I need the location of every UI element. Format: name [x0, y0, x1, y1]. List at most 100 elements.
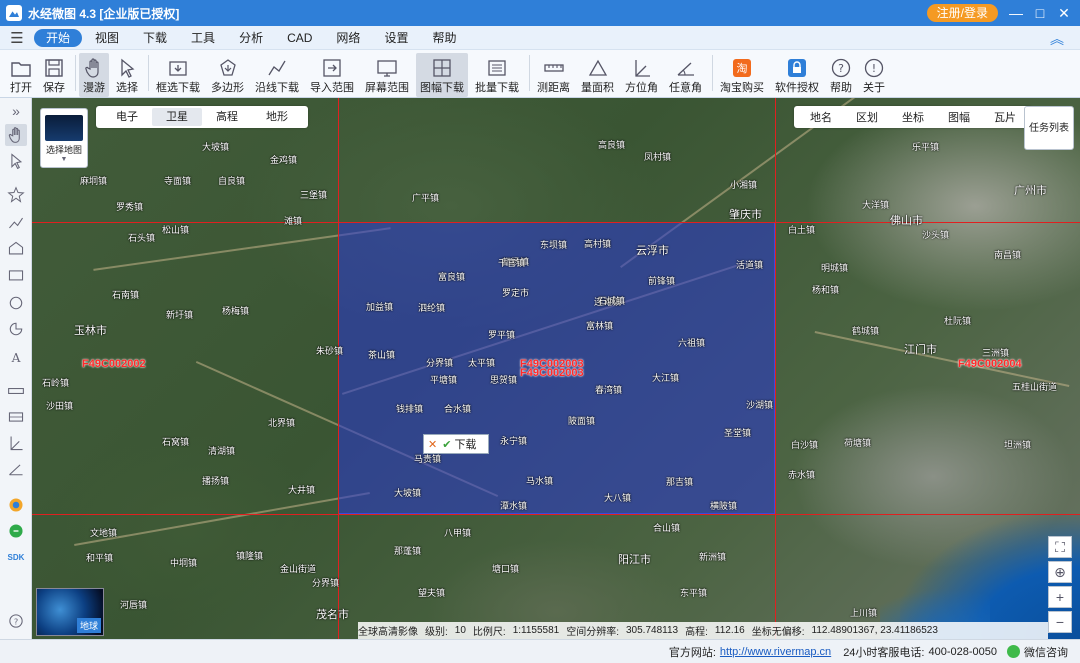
wechat-consult-link[interactable]: 微信咨询	[1024, 644, 1068, 660]
screen-range-button[interactable]: 屏幕范围	[361, 53, 413, 97]
marker-tool-icon[interactable]	[5, 184, 27, 206]
save-button[interactable]: 保存	[39, 53, 69, 97]
map-type-elevation[interactable]: 高程	[202, 108, 252, 126]
import-range-icon	[321, 57, 343, 79]
place-label: 白沙镇	[791, 440, 819, 450]
map-source-chooser[interactable]: 选择地图 ▼	[40, 108, 88, 168]
layer-divisions[interactable]: 区划	[844, 109, 890, 125]
pan-button[interactable]: 漫游	[79, 53, 109, 97]
place-label: 小湘镇	[730, 180, 758, 190]
hand-icon	[83, 57, 105, 79]
map-type-satellite[interactable]: 卫星	[152, 108, 202, 126]
share-icon[interactable]	[5, 520, 27, 542]
import-range-button[interactable]: 导入范围	[306, 53, 358, 97]
open-label: 打开	[10, 82, 32, 94]
layer-place-names[interactable]: 地名	[798, 109, 844, 125]
angle-button[interactable]: 任意角	[665, 53, 706, 97]
sdk-icon[interactable]: SDK	[5, 546, 27, 568]
collapse-ribbon-icon[interactable]: ︽	[1050, 29, 1064, 49]
globe-view-button[interactable]: 地球	[36, 588, 104, 636]
menu-help[interactable]: 帮助	[421, 29, 467, 47]
angle-tool-icon[interactable]	[5, 458, 27, 480]
left-tool-strip: » A SDK ?	[0, 98, 32, 639]
place-label: 北界镇	[268, 418, 296, 428]
menu-analysis[interactable]: 分析	[228, 29, 274, 47]
cancel-icon[interactable]: ✕	[428, 438, 437, 451]
menu-network[interactable]: 网络	[325, 29, 371, 47]
sheet-grid-line	[338, 98, 339, 639]
place-label: 三洲镇	[982, 348, 1010, 358]
box-download-icon	[167, 57, 189, 79]
place-label: 大八镇	[604, 493, 632, 503]
close-button[interactable]: ✕	[1054, 3, 1074, 23]
help-button[interactable]: ? 帮助	[826, 53, 856, 97]
hamburger-menu-icon[interactable]: ☰	[0, 29, 34, 47]
hand-tool-icon[interactable]	[5, 124, 27, 146]
login-button[interactable]: 注册/登录	[926, 4, 998, 22]
map-view[interactable]: F49C002002 F49C002003 F49C002003 F49C002…	[32, 98, 1080, 639]
chevron-down-icon: ▼	[60, 156, 68, 163]
polyline-tool-icon[interactable]	[5, 212, 27, 234]
map-type-terrain[interactable]: 地形	[252, 108, 302, 126]
box-download-button[interactable]: 框选下载	[152, 53, 204, 97]
pointer-tool-icon[interactable]	[5, 150, 27, 172]
sheet-download-button[interactable]: 图幅下载	[416, 53, 468, 97]
place-label: 石南镇	[112, 290, 140, 300]
place-label: 寺面镇	[164, 176, 192, 186]
polygon-button[interactable]: 多边形	[207, 53, 248, 97]
batch-download-button[interactable]: 批量下载	[471, 53, 523, 97]
map-type-switcher: 电子 卫星 高程 地形	[96, 106, 308, 128]
zoom-in-button[interactable]: +	[1048, 586, 1072, 608]
help-circle-icon[interactable]: ?	[5, 610, 27, 632]
task-list-button[interactable]: 任务列表	[1024, 106, 1074, 150]
menu-view[interactable]: 视图	[84, 29, 130, 47]
map-info-bar: 全球高清影像 级别: 10 比例尺: 1:1155581 空间分辨率: 305.…	[358, 622, 1048, 639]
azimuth-tool-icon[interactable]	[5, 432, 27, 454]
select-button[interactable]: 选择	[112, 53, 142, 97]
layer-coordinates[interactable]: 坐标	[890, 109, 936, 125]
place-label: 沙湖镇	[746, 400, 774, 410]
minimize-button[interactable]: —	[1006, 3, 1026, 23]
website-link[interactable]: http://www.rivermap.cn	[720, 646, 831, 658]
coordinate-value: 112.48901367, 23.41186523	[811, 625, 938, 636]
about-button[interactable]: ! 关于	[859, 53, 889, 97]
area-tool-icon[interactable]	[5, 406, 27, 428]
toolbar-divider	[529, 55, 530, 91]
circle-tool-icon[interactable]	[5, 292, 27, 314]
zoom-out-button[interactable]: −	[1048, 611, 1072, 633]
measure-distance-label: 测距离	[537, 82, 570, 94]
download-label[interactable]: 下载	[454, 436, 476, 452]
open-button[interactable]: 打开	[6, 53, 36, 97]
map-type-electronic[interactable]: 电子	[102, 108, 152, 126]
measure-area-button[interactable]: 量面积	[577, 53, 618, 97]
layer-sheets[interactable]: 图幅	[936, 109, 982, 125]
expand-panel-icon[interactable]: »	[5, 100, 27, 122]
place-label: 赤水镇	[788, 470, 816, 480]
polygon-tool-icon[interactable]	[5, 238, 27, 260]
city-label: 肇庆市	[729, 209, 762, 221]
measure-distance-button[interactable]: 测距离	[533, 53, 574, 97]
line-download-button[interactable]: 沿线下载	[251, 53, 303, 97]
taobao-buy-button[interactable]: 淘 淘宝购买	[716, 53, 768, 97]
layer-tiles[interactable]: 瓦片	[982, 109, 1028, 125]
layers-icon[interactable]	[5, 494, 27, 516]
menu-start[interactable]: 开始	[34, 28, 83, 47]
import-range-label: 导入范围	[310, 82, 354, 94]
fullscreen-icon[interactable]: ⛶	[1048, 536, 1072, 558]
place-label: 河唇镇	[120, 600, 148, 610]
menu-cad[interactable]: CAD	[276, 29, 323, 47]
check-icon[interactable]: ✔	[442, 438, 451, 451]
place-label: 分界镇	[426, 358, 454, 368]
locate-icon[interactable]: ⊕	[1048, 561, 1072, 583]
sector-tool-icon[interactable]	[5, 318, 27, 340]
ruler-tool-icon[interactable]	[5, 380, 27, 402]
menu-tools[interactable]: 工具	[180, 29, 226, 47]
azimuth-button[interactable]: 方位角	[621, 53, 662, 97]
license-button[interactable]: 软件授权	[771, 53, 823, 97]
menu-settings[interactable]: 设置	[373, 29, 419, 47]
menu-download[interactable]: 下载	[132, 29, 178, 47]
place-label: 千官镇	[498, 258, 526, 268]
rectangle-tool-icon[interactable]	[5, 264, 27, 286]
maximize-button[interactable]: □	[1030, 3, 1050, 23]
text-tool-icon[interactable]: A	[5, 346, 27, 368]
